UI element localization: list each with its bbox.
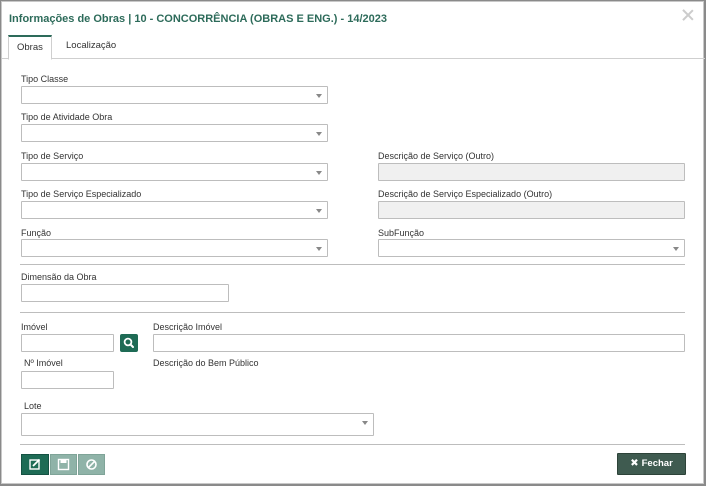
cancel-button[interactable] <box>78 454 105 475</box>
close-icon: ✖ <box>630 458 639 469</box>
save-icon <box>57 458 70 471</box>
subfuncao-label: SubFunção <box>378 228 425 238</box>
save-button[interactable] <box>50 454 77 475</box>
descricao-servico-especializado-field[interactable] <box>378 201 685 219</box>
divider <box>20 444 685 445</box>
n-imovel-label: Nº Imóvel <box>24 358 63 368</box>
descricao-imovel-field[interactable] <box>153 334 685 352</box>
tipo-servico-especializado-select[interactable] <box>21 201 328 219</box>
search-button[interactable] <box>120 334 138 352</box>
tipo-servico-select[interactable] <box>21 163 328 181</box>
tipo-atividade-label: Tipo de Atividade Obra <box>21 112 113 122</box>
tipo-atividade-select[interactable] <box>21 124 328 142</box>
tab-bar: Obras Localização <box>2 33 705 60</box>
tipo-servico-especializado-label: Tipo de Serviço Especializado <box>21 189 142 199</box>
divider <box>20 312 685 313</box>
descricao-servico-especializado-label: Descrição de Serviço Especializado (Outr… <box>378 189 553 199</box>
tipo-servico-label: Tipo de Serviço <box>21 151 84 161</box>
edit-icon <box>29 458 41 470</box>
search-icon <box>123 337 134 348</box>
tab-obras[interactable]: Obras <box>8 35 52 60</box>
cancel-icon <box>86 459 97 470</box>
divider <box>20 264 685 265</box>
tipo-classe-select[interactable] <box>21 86 328 104</box>
dialog-title: Informações de Obras | 10 - CONCORRÊNCIA… <box>9 13 387 25</box>
descricao-servico-outro-field[interactable] <box>378 163 685 181</box>
fechar-label: Fechar <box>641 458 673 469</box>
descricao-bem-publico-label: Descrição do Bem Público <box>153 358 259 368</box>
subfuncao-select[interactable] <box>378 239 685 257</box>
n-imovel-field[interactable] <box>21 371 114 389</box>
funcao-select[interactable] <box>21 239 328 257</box>
close-icon[interactable] <box>681 8 695 22</box>
dimensao-label: Dimensão da Obra <box>21 272 97 282</box>
imovel-label: Imóvel <box>21 322 48 332</box>
descricao-servico-outro-label: Descrição de Serviço (Outro) <box>378 151 495 161</box>
dimensao-field[interactable] <box>21 284 229 302</box>
imovel-field[interactable] <box>21 334 114 352</box>
funcao-label: Função <box>21 228 52 238</box>
edit-button[interactable] <box>21 454 49 475</box>
obras-dialog: Informações de Obras | 10 - CONCORRÊNCIA… <box>1 1 705 484</box>
tab-localizacao[interactable]: Localização <box>58 35 124 59</box>
descricao-imovel-label: Descrição Imóvel <box>153 322 223 332</box>
lote-label: Lote <box>24 401 42 411</box>
fechar-button[interactable]: ✖ Fechar <box>617 453 686 475</box>
lote-select[interactable] <box>21 413 374 436</box>
tipo-classe-label: Tipo Classe <box>21 74 69 84</box>
